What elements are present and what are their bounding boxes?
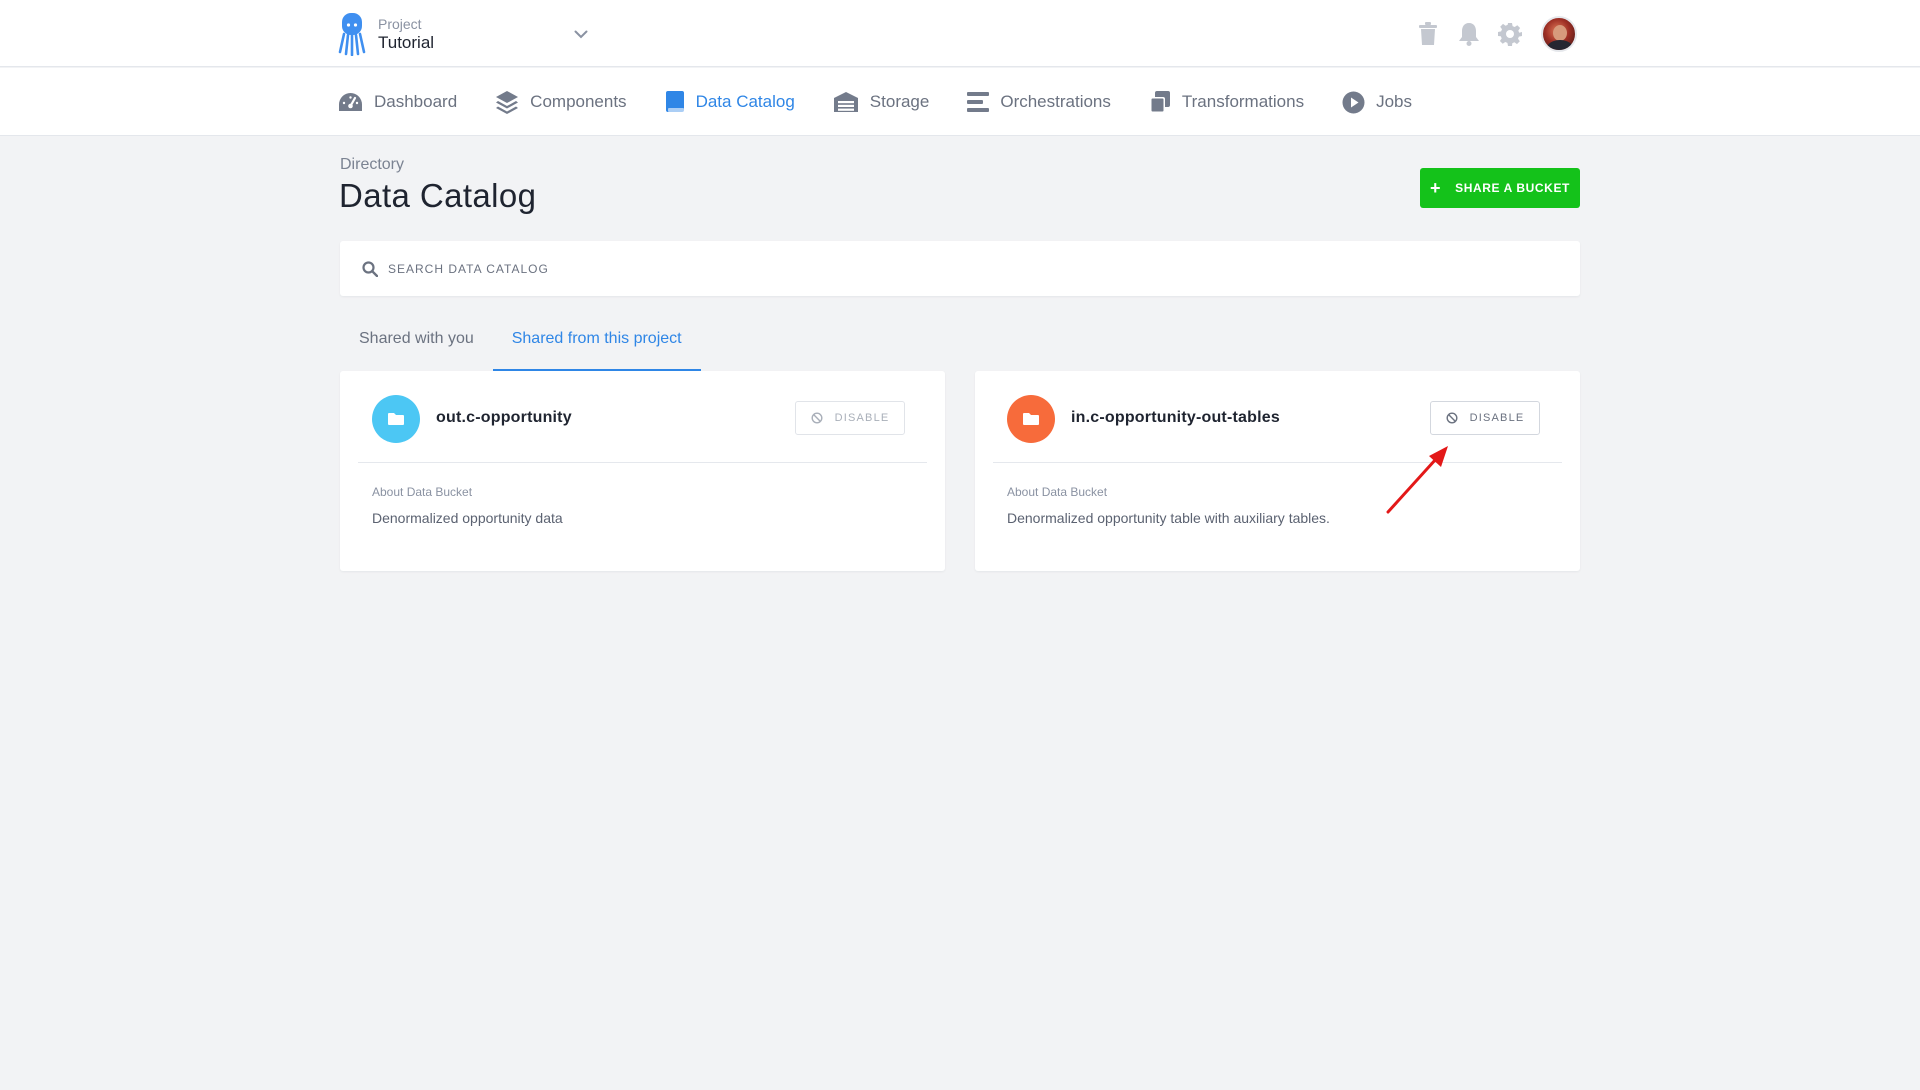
nav-label-jobs: Jobs (1376, 92, 1412, 111)
keboola-logo-icon (338, 13, 366, 56)
nav-label-dashboard: Dashboard (374, 92, 458, 111)
bucket-name[interactable]: out.c-opportunity (436, 409, 572, 427)
nav-label-components: Components (530, 92, 627, 111)
nav-item-orchestrations[interactable]: Orchestrations (967, 68, 1111, 136)
layers-icon (496, 91, 519, 114)
bucket-card-header: out.c-opportunity DISABLE (358, 371, 927, 463)
user-avatar[interactable] (1541, 16, 1577, 52)
trash-icon[interactable] (1414, 20, 1442, 48)
bucket-card: out.c-opportunity DISABLE About Data Buc… (340, 371, 945, 571)
about-label: About Data Bucket (1007, 485, 1108, 499)
catalog-tabs: Shared with you Shared from this project (340, 320, 701, 371)
disable-button[interactable]: DISABLE (795, 401, 905, 435)
top-actions (1414, 16, 1577, 52)
nav-item-jobs[interactable]: Jobs (1342, 68, 1412, 136)
nav-item-components[interactable]: Components (495, 68, 627, 136)
chevron-down-icon[interactable] (570, 23, 592, 45)
copy-icon (1149, 91, 1170, 113)
ban-icon (811, 412, 823, 424)
nav-label-storage: Storage (869, 92, 930, 111)
nav-item-storage[interactable]: Storage (833, 68, 930, 136)
page-title: Data Catalog (339, 177, 537, 214)
share-bucket-button[interactable]: + SHARE A BUCKET (1420, 168, 1580, 208)
tab-shared-from-this-project[interactable]: Shared from this project (492, 320, 701, 371)
search-bar (340, 241, 1580, 296)
nav-item-dashboard[interactable]: Dashboard (338, 68, 457, 136)
gauge-icon (339, 93, 362, 111)
disable-button[interactable]: DISABLE (1430, 401, 1540, 435)
project-selector[interactable]: Project Tutorial (338, 12, 434, 56)
play-circle-icon (1342, 91, 1365, 113)
project-caption: Project (378, 16, 422, 32)
disable-label: DISABLE (1469, 412, 1525, 424)
nav-item-data-catalog[interactable]: Data Catalog (665, 68, 795, 136)
folder-icon (372, 395, 420, 443)
share-bucket-label: SHARE A BUCKET (1455, 181, 1570, 195)
nav-item-transformations[interactable]: Transformations (1149, 68, 1304, 136)
folder-icon (1007, 395, 1055, 443)
search-icon (362, 260, 378, 277)
breadcrumb[interactable]: Directory (340, 156, 404, 174)
gear-icon[interactable] (1496, 20, 1524, 48)
ban-icon (1446, 412, 1458, 424)
book-icon (665, 91, 684, 112)
bucket-description: Denormalized opportunity table with auxi… (1007, 510, 1330, 526)
top-bar: Project Tutorial (0, 0, 1920, 67)
bucket-description: Denormalized opportunity data (372, 510, 563, 526)
about-label: About Data Bucket (372, 485, 473, 499)
bell-icon[interactable] (1455, 20, 1483, 48)
bars-icon (967, 92, 990, 112)
nav-label-data-catalog: Data Catalog (695, 92, 795, 111)
bucket-name[interactable]: in.c-opportunity-out-tables (1071, 409, 1280, 427)
disable-label: DISABLE (834, 412, 890, 424)
tab-shared-with-you[interactable]: Shared with you (340, 320, 493, 371)
plus-icon: + (1430, 178, 1442, 198)
nav-label-transformations: Transformations (1181, 92, 1305, 111)
warehouse-icon (833, 92, 858, 112)
main-navigation: Dashboard Components Data Catalog Storag… (0, 68, 1920, 136)
project-name: Tutorial (378, 33, 435, 52)
bucket-card: in.c-opportunity-out-tables DISABLE Abou… (975, 371, 1580, 571)
bucket-card-header: in.c-opportunity-out-tables DISABLE (993, 371, 1562, 463)
nav-label-orchestrations: Orchestrations (1000, 92, 1111, 111)
search-input[interactable] (388, 261, 1538, 276)
